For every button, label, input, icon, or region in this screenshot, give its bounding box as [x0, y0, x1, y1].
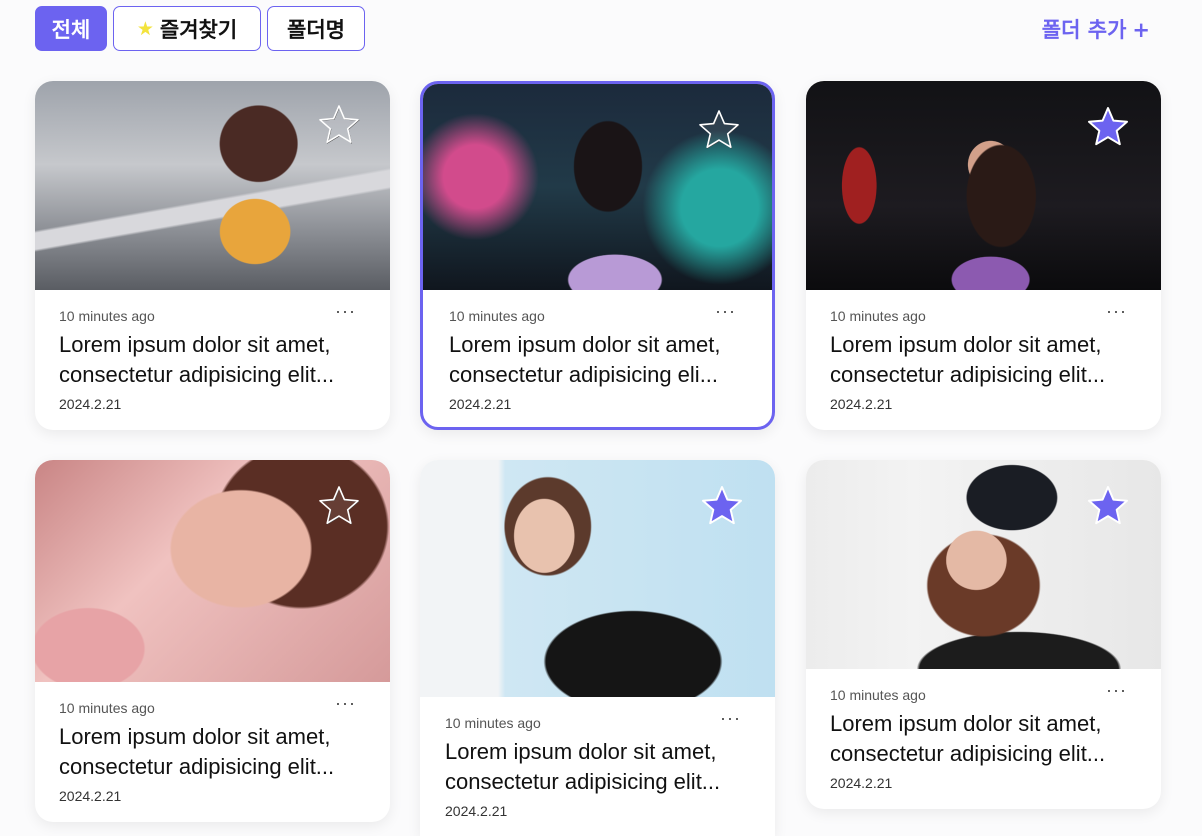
- card-date: 2024.2.21: [445, 803, 508, 819]
- more-options-icon[interactable]: ···: [715, 302, 736, 320]
- star-outline-icon[interactable]: [317, 103, 361, 147]
- star-outline-icon[interactable]: [697, 108, 741, 152]
- card-info: 10 minutes ago ··· Lorem ipsum dolor sit…: [806, 290, 1161, 412]
- card-date: 2024.2.21: [830, 775, 893, 791]
- plus-icon: +: [1132, 18, 1150, 42]
- filter-bar: 전체 ★ 즐겨찾기 폴더명: [35, 6, 365, 51]
- photo-card[interactable]: 10 minutes ago ··· Lorem ipsum dolor sit…: [420, 460, 775, 836]
- filter-folder-label: 폴더명: [287, 17, 345, 42]
- card-title: Lorem ipsum dolor sit amet, consectetur …: [59, 332, 335, 387]
- card-image: [806, 81, 1161, 290]
- card-info: 10 minutes ago ··· Lorem ipsum dolor sit…: [35, 682, 390, 804]
- star-filled-icon[interactable]: [1086, 105, 1130, 149]
- star-filled-icon[interactable]: [1086, 484, 1130, 528]
- more-options-icon[interactable]: ···: [1106, 681, 1127, 699]
- card-date: 2024.2.21: [449, 396, 512, 412]
- card-time: 10 minutes ago: [59, 308, 155, 324]
- card-title: Lorem ipsum dolor sit amet, consectetur …: [830, 332, 1106, 387]
- star-icon: ★: [136, 17, 154, 40]
- card-info: 10 minutes ago ··· Lorem ipsum dolor sit…: [806, 669, 1161, 791]
- more-options-icon[interactable]: ···: [335, 694, 356, 712]
- photo-card[interactable]: 10 minutes ago ··· Lorem ipsum dolor sit…: [35, 81, 390, 430]
- card-time: 10 minutes ago: [59, 700, 155, 716]
- filter-folder-button[interactable]: 폴더명: [267, 6, 365, 51]
- card-image: [423, 84, 772, 290]
- photo-card[interactable]: 10 minutes ago ··· Lorem ipsum dolor sit…: [806, 81, 1161, 430]
- card-title: Lorem ipsum dolor sit amet, consectetur …: [449, 332, 721, 387]
- gallery-page: 전체 ★ 즐겨찾기 폴더명 폴더 추가 + 10 minutes ago ··· …: [0, 0, 1202, 836]
- card-time: 10 minutes ago: [445, 715, 541, 731]
- star-filled-icon[interactable]: [700, 484, 744, 528]
- filter-all-label: 전체: [51, 17, 91, 42]
- filter-favorites-button[interactable]: ★ 즐겨찾기: [113, 6, 261, 51]
- photo-card[interactable]: 10 minutes ago ··· Lorem ipsum dolor sit…: [806, 460, 1161, 809]
- card-title: Lorem ipsum dolor sit amet, consectetur …: [445, 739, 721, 794]
- card-info: 10 minutes ago ··· Lorem ipsum dolor sit…: [35, 290, 390, 412]
- filter-all-button[interactable]: 전체: [35, 6, 107, 51]
- card-info: 10 minutes ago ··· Lorem ipsum dolor sit…: [420, 697, 775, 819]
- more-options-icon[interactable]: ···: [335, 302, 356, 320]
- card-image: [806, 460, 1161, 669]
- photo-card[interactable]: 10 minutes ago ··· Lorem ipsum dolor sit…: [35, 460, 390, 822]
- more-options-icon[interactable]: ···: [1106, 302, 1127, 320]
- card-date: 2024.2.21: [830, 396, 893, 412]
- card-date: 2024.2.21: [59, 788, 122, 804]
- more-options-icon[interactable]: ···: [720, 709, 741, 727]
- card-info: 10 minutes ago ··· Lorem ipsum dolor sit…: [423, 290, 772, 412]
- card-image: [35, 81, 390, 290]
- card-time: 10 minutes ago: [830, 687, 926, 703]
- photo-card[interactable]: 10 minutes ago ··· Lorem ipsum dolor sit…: [420, 81, 775, 430]
- card-image: [35, 460, 390, 682]
- card-image: [420, 460, 775, 697]
- star-outline-icon[interactable]: [317, 484, 361, 528]
- card-time: 10 minutes ago: [830, 308, 926, 324]
- card-title: Lorem ipsum dolor sit amet, consectetur …: [830, 711, 1106, 766]
- card-date: 2024.2.21: [59, 396, 122, 412]
- card-title: Lorem ipsum dolor sit amet, consectetur …: [59, 724, 335, 779]
- add-folder-button[interactable]: 폴더 추가 +: [1042, 14, 1150, 44]
- add-folder-label: 폴더 추가: [1041, 18, 1127, 42]
- card-time: 10 minutes ago: [449, 308, 545, 324]
- filter-favorites-label: 즐겨찾기: [159, 17, 238, 42]
